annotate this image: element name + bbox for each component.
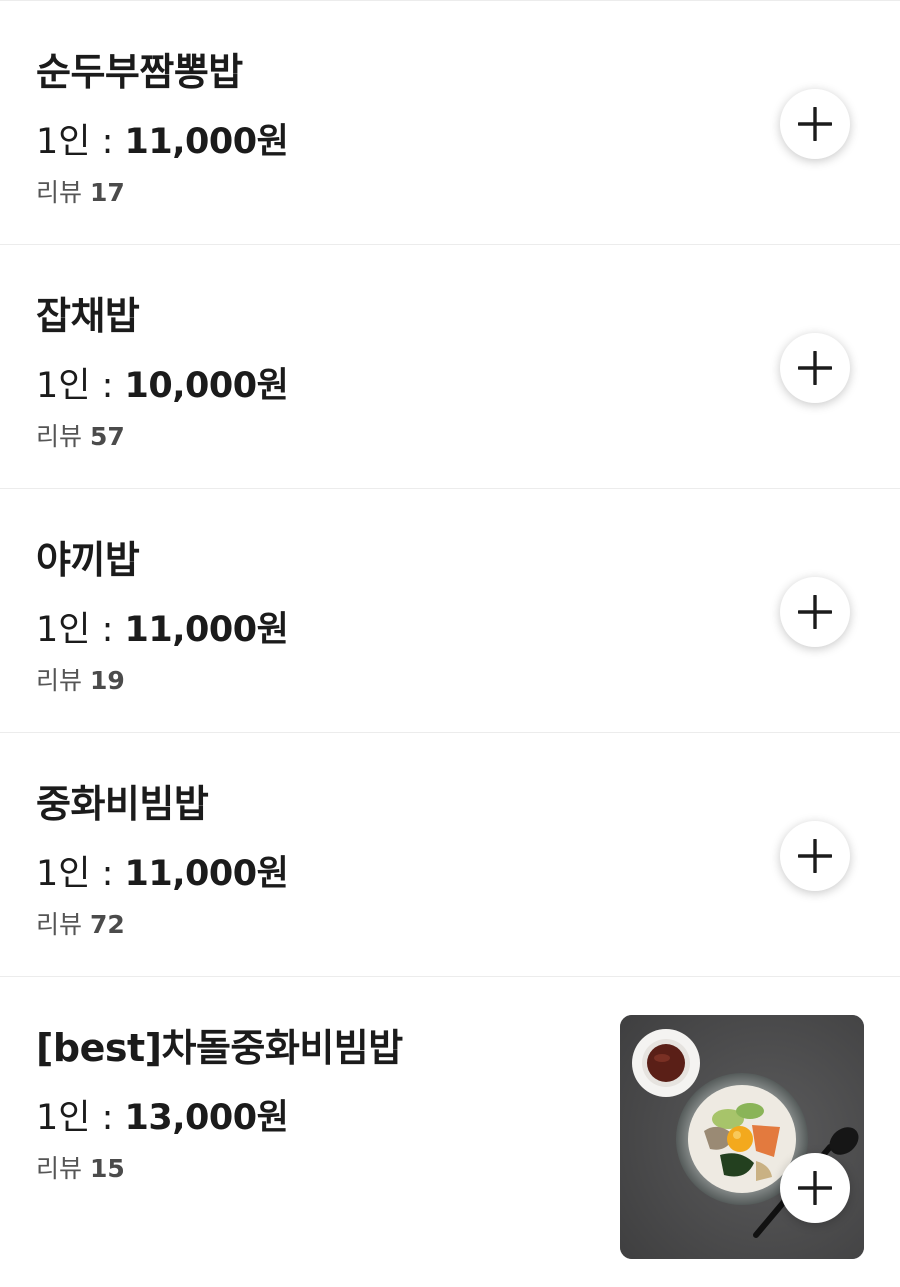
price-prefix: 1인 : bbox=[36, 366, 125, 406]
price-value: 13,000원 bbox=[124, 1098, 289, 1138]
add-to-cart-button[interactable] bbox=[780, 89, 850, 159]
price-prefix: 1인 : bbox=[36, 1098, 125, 1138]
price-value: 11,000원 bbox=[124, 854, 289, 894]
menu-item-review: 리뷰 19 bbox=[36, 661, 125, 697]
menu-item-review: 리뷰 72 bbox=[36, 905, 125, 941]
review-label: 리뷰 bbox=[36, 910, 83, 939]
plus-icon bbox=[798, 595, 832, 629]
review-label: 리뷰 bbox=[36, 1154, 83, 1183]
plus-icon bbox=[798, 351, 832, 385]
add-to-cart-button[interactable] bbox=[780, 577, 850, 647]
review-count: 17 bbox=[89, 178, 125, 207]
menu-item-photo[interactable] bbox=[620, 1015, 864, 1259]
review-label: 리뷰 bbox=[36, 666, 83, 695]
plus-icon bbox=[798, 839, 832, 873]
price-prefix: 1인 : bbox=[36, 122, 125, 162]
bibimbap-photo-illustration bbox=[620, 1015, 864, 1259]
menu-item-name: [best]차돌중화비빔밥 bbox=[36, 1026, 403, 1070]
price-value: 11,000원 bbox=[124, 122, 289, 162]
add-to-cart-button[interactable] bbox=[780, 333, 850, 403]
menu-item[interactable]: 중화비빔밥 1인 : 11,000원 리뷰 72 bbox=[0, 733, 900, 977]
plus-icon bbox=[798, 107, 832, 141]
menu-list: 순두부짬뽕밥 1인 : 11,000원 리뷰 17 잡채밥 1인 : 10,00… bbox=[0, 0, 900, 1287]
menu-item-name: 잡채밥 bbox=[36, 294, 140, 338]
menu-item-review: 리뷰 57 bbox=[36, 417, 125, 453]
menu-item-review: 리뷰 15 bbox=[36, 1149, 125, 1185]
menu-item-price: 1인 : 11,000원 bbox=[36, 845, 289, 896]
review-count: 19 bbox=[89, 666, 125, 695]
menu-item-name: 순두부짬뽕밥 bbox=[36, 50, 243, 94]
menu-item-price: 1인 : 11,000원 bbox=[36, 601, 289, 652]
price-prefix: 1인 : bbox=[36, 854, 125, 894]
menu-item-price: 1인 : 10,000원 bbox=[36, 357, 289, 408]
menu-item[interactable]: 야끼밥 1인 : 11,000원 리뷰 19 bbox=[0, 489, 900, 733]
review-count: 15 bbox=[89, 1154, 125, 1183]
review-count: 57 bbox=[89, 422, 125, 451]
menu-item-review: 리뷰 17 bbox=[36, 173, 125, 209]
add-to-cart-button[interactable] bbox=[780, 1153, 850, 1223]
price-value: 11,000원 bbox=[124, 610, 289, 650]
menu-item-name: 중화비빔밥 bbox=[36, 782, 209, 826]
review-label: 리뷰 bbox=[36, 178, 83, 207]
review-count: 72 bbox=[89, 910, 125, 939]
menu-item-price: 1인 : 13,000원 bbox=[36, 1089, 289, 1140]
menu-item[interactable]: 순두부짬뽕밥 1인 : 11,000원 리뷰 17 bbox=[0, 1, 900, 245]
price-prefix: 1인 : bbox=[36, 610, 125, 650]
add-to-cart-button[interactable] bbox=[780, 821, 850, 891]
menu-item[interactable]: [best]차돌중화비빔밥 1인 : 13,000원 리뷰 15 bbox=[0, 977, 900, 1287]
price-value: 10,000원 bbox=[124, 366, 289, 406]
menu-item[interactable]: 잡채밥 1인 : 10,000원 리뷰 57 bbox=[0, 245, 900, 489]
review-label: 리뷰 bbox=[36, 422, 83, 451]
plus-icon bbox=[798, 1171, 832, 1205]
menu-item-name: 야끼밥 bbox=[36, 538, 140, 582]
menu-item-price: 1인 : 11,000원 bbox=[36, 113, 289, 164]
